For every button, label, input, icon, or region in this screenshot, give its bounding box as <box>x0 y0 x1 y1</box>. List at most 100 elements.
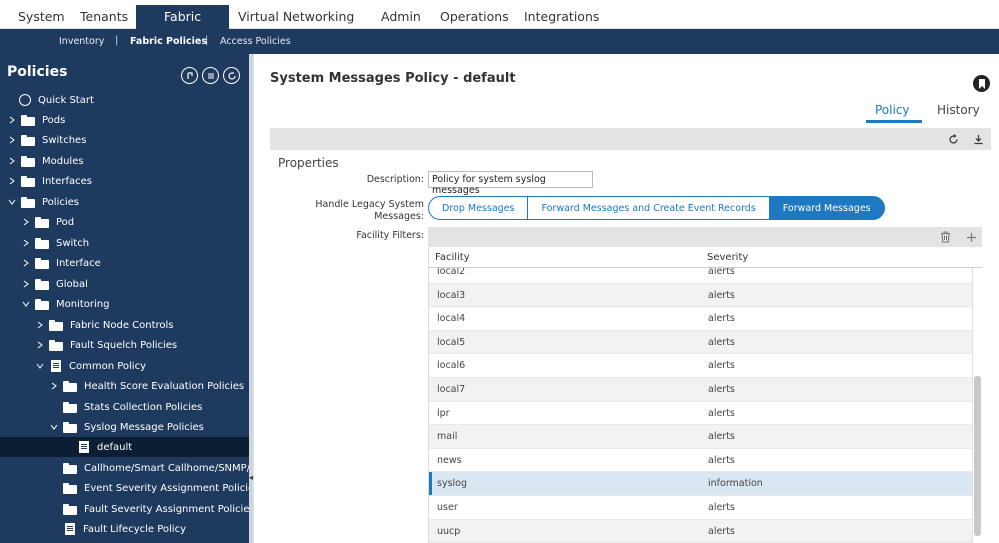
facility-cell: news <box>437 454 462 466</box>
tab-tenants[interactable]: Tenants <box>80 5 128 29</box>
severity-cell: alerts <box>708 289 735 301</box>
severity-cell: alerts <box>708 525 735 537</box>
chevron-right-icon[interactable] <box>7 156 17 166</box>
chevron-right-icon[interactable] <box>21 279 31 289</box>
column-header-severity[interactable]: Severity <box>707 252 748 263</box>
tree-label: Event Severity Assignment Policies <box>84 482 249 494</box>
tab-admin[interactable]: Admin <box>381 5 421 29</box>
tree-label: Monitoring <box>56 298 110 310</box>
legacy-label-line2: Messages: <box>374 211 424 222</box>
chevron-down-icon[interactable] <box>35 361 45 371</box>
tab-policy[interactable]: Policy <box>875 103 910 117</box>
chevron-right-icon[interactable] <box>7 135 17 145</box>
refresh-icon[interactable] <box>947 133 959 145</box>
column-header-facility[interactable]: Facility <box>435 252 470 263</box>
tree-item-callhome[interactable]: Callhome/Smart Callhome/SNMP/S... <box>0 458 249 478</box>
chevron-right-icon[interactable] <box>7 115 17 125</box>
tree-item-pod[interactable]: Pod <box>0 212 249 232</box>
tree-item-fabric-node-controls[interactable]: Fabric Node Controls <box>0 315 249 335</box>
top-nav: System Tenants Fabric Virtual Networking… <box>0 0 999 29</box>
severity-cell: alerts <box>708 268 735 277</box>
list-view-icon[interactable] <box>202 67 219 84</box>
tree-item-policies[interactable]: Policies <box>0 192 249 212</box>
drop-messages-option[interactable]: Drop Messages <box>428 196 528 220</box>
tree-item-default[interactable]: default <box>0 437 249 457</box>
subnav-fabric-policies[interactable]: Fabric Policies <box>130 36 207 47</box>
table-row[interactable]: lpr alerts <box>429 402 972 426</box>
tree-item-quick-start[interactable]: Quick Start <box>0 90 249 110</box>
bookmark-icon[interactable] <box>973 75 990 92</box>
tree-item-fault-squelch-policies[interactable]: Fault Squelch Policies <box>0 335 249 355</box>
tree-item-common-policy[interactable]: Common Policy <box>0 356 249 376</box>
trash-icon[interactable] <box>939 231 951 243</box>
table-row[interactable]: local5 alerts <box>429 330 972 355</box>
table-row[interactable]: local6 alerts <box>429 354 972 378</box>
facility-cell: lpr <box>437 407 450 419</box>
chevron-right-icon[interactable] <box>35 320 45 330</box>
tree-item-fault-lifecycle-policy[interactable]: Fault Lifecycle Policy <box>0 519 249 539</box>
tab-operations[interactable]: Operations <box>440 5 509 29</box>
tree-item-health-score-evaluation-policies[interactable]: Health Score Evaluation Policies <box>0 376 249 396</box>
table-row-selected[interactable]: syslog information <box>429 472 972 496</box>
tab-integrations[interactable]: Integrations <box>524 5 599 29</box>
severity-cell: alerts <box>708 431 735 443</box>
folder-icon <box>35 257 49 269</box>
tree-item-interface[interactable]: Interface <box>0 253 249 273</box>
tree-label: Fabric Node Controls <box>70 319 174 331</box>
tab-virtual-networking[interactable]: Virtual Networking <box>238 5 354 29</box>
tree-item-global[interactable]: Global <box>0 274 249 294</box>
add-icon[interactable] <box>965 231 977 243</box>
severity-cell: alerts <box>708 454 735 466</box>
table-row[interactable]: local2 alerts <box>429 268 972 284</box>
collapse-all-icon[interactable] <box>181 67 198 84</box>
tree-item-pods[interactable]: Pods <box>0 110 249 130</box>
tree-item-event-severity-assignment-policies[interactable]: Event Severity Assignment Policies <box>0 478 249 498</box>
folder-icon <box>21 175 35 187</box>
tree-label: Interface <box>56 257 101 269</box>
tree-item-monitoring[interactable]: Monitoring <box>0 294 249 314</box>
forward-messages-option[interactable]: Forward Messages <box>768 196 885 220</box>
folder-icon <box>63 401 77 413</box>
tree-item-syslog-message-policies[interactable]: Syslog Message Policies <box>0 417 249 437</box>
tree-item-interfaces[interactable]: Interfaces <box>0 171 249 191</box>
chevron-right-icon[interactable] <box>7 176 17 186</box>
chevron-down-icon[interactable] <box>21 299 31 309</box>
tab-fabric[interactable]: Fabric <box>136 5 230 29</box>
table-row[interactable]: user alerts <box>429 496 972 520</box>
tree-item-modules[interactable]: Modules <box>0 151 249 171</box>
chevron-right-icon[interactable] <box>21 238 31 248</box>
tab-system[interactable]: System <box>18 5 65 29</box>
forward-and-create-events-option[interactable]: Forward Messages and Create Event Record… <box>527 196 769 220</box>
folder-icon <box>21 155 35 167</box>
chevron-right-icon[interactable] <box>35 340 45 350</box>
facility-cell: local3 <box>437 289 466 301</box>
table-row[interactable]: local3 alerts <box>429 283 972 308</box>
tree-item-switches[interactable]: Switches <box>0 130 249 150</box>
active-tab-indicator <box>866 120 922 123</box>
table-row[interactable]: news alerts <box>429 449 972 473</box>
table-scrollbar-thumb[interactable] <box>974 376 981 536</box>
chevron-right-icon[interactable] <box>21 258 31 268</box>
download-icon[interactable] <box>972 133 984 145</box>
chevron-right-icon[interactable] <box>21 217 31 227</box>
description-field[interactable]: Policy for system syslog messages <box>428 171 593 196</box>
facility-cell: local2 <box>437 268 466 277</box>
facility-cell: local7 <box>437 384 466 395</box>
table-row[interactable]: uucp alerts <box>429 519 972 543</box>
subnav-inventory[interactable]: Inventory <box>59 36 104 47</box>
subnav-access-policies[interactable]: Access Policies <box>220 36 291 47</box>
table-row[interactable]: mail alerts <box>429 425 972 449</box>
chevron-right-icon[interactable] <box>49 381 59 391</box>
table-row[interactable]: local4 alerts <box>429 307 972 331</box>
sidebar: Policies Quick Start Pods Switches Modul… <box>0 54 249 543</box>
table-row[interactable]: local7 alerts <box>429 378 972 402</box>
tree-item-switch[interactable]: Switch <box>0 233 249 253</box>
chevron-down-icon[interactable] <box>7 197 17 207</box>
folder-icon <box>49 319 63 331</box>
severity-cell: alerts <box>708 313 735 325</box>
tree-item-stats-collection-policies[interactable]: Stats Collection Policies <box>0 397 249 417</box>
tab-history[interactable]: History <box>937 103 980 117</box>
tree-item-fault-severity-assignment-policies[interactable]: Fault Severity Assignment Policies <box>0 499 249 519</box>
chevron-down-icon[interactable] <box>49 422 59 432</box>
refresh-icon[interactable] <box>223 67 240 84</box>
